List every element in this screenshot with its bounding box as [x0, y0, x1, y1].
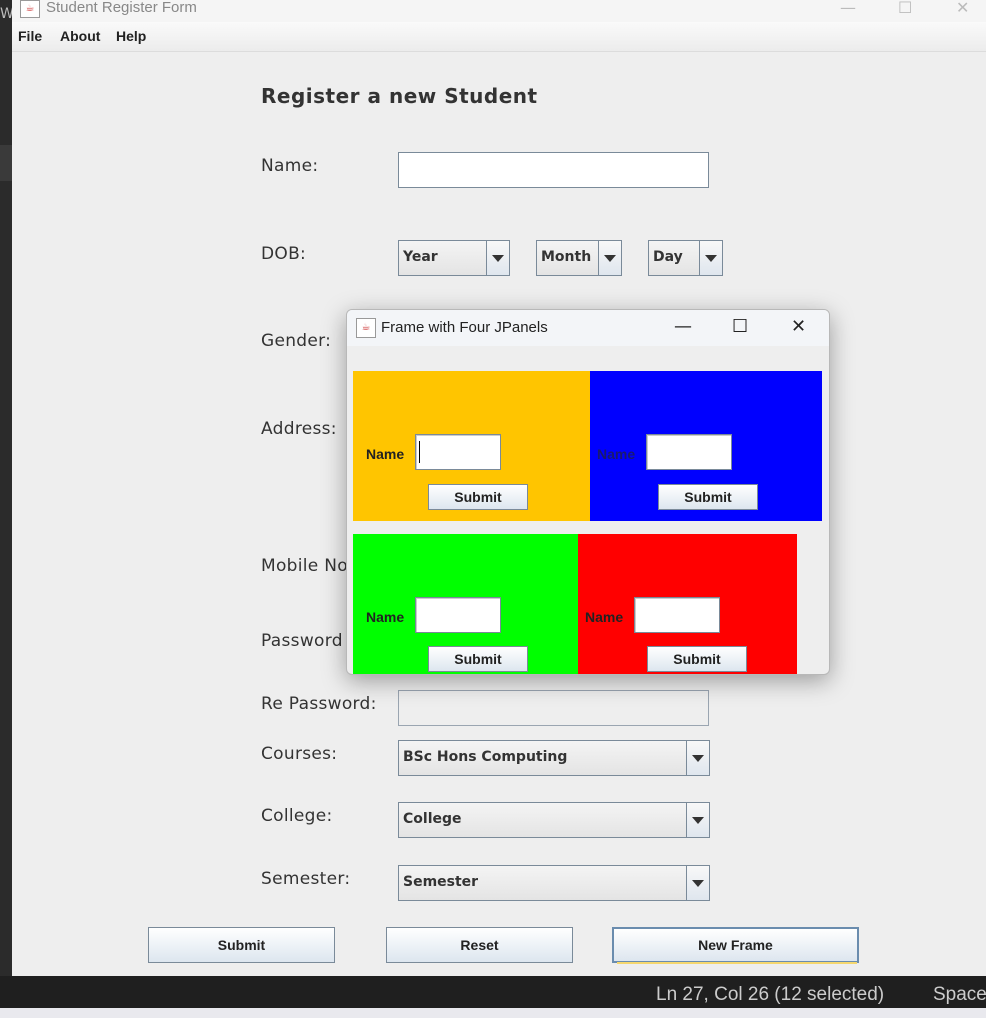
repassword-label: Re Password:: [261, 694, 377, 714]
name-input[interactable]: [398, 152, 709, 188]
chevron-down-icon[interactable]: [486, 241, 509, 275]
panel-name-label: Name: [597, 446, 636, 462]
reset-button[interactable]: Reset: [386, 927, 573, 963]
form-heading: Register a new Student: [261, 84, 538, 108]
minimize-icon[interactable]: —: [840, 0, 856, 17]
panel-name-label: Name: [585, 609, 624, 625]
college-select[interactable]: College: [398, 802, 710, 838]
dob-label: DOB:: [261, 244, 307, 264]
chevron-down-icon[interactable]: [686, 741, 709, 775]
panel-submit-button[interactable]: Submit: [658, 484, 758, 510]
gender-label: Gender:: [261, 331, 332, 351]
password-label: Password: [261, 631, 343, 651]
chevron-down-icon[interactable]: [598, 241, 621, 275]
mobile-label: Mobile No: [261, 556, 348, 576]
courses-label: Courses:: [261, 744, 338, 764]
minimize-icon[interactable]: —: [674, 316, 692, 337]
menu-bar: File About Help: [12, 22, 986, 52]
menu-about[interactable]: About: [60, 28, 100, 44]
submit-button[interactable]: Submit: [148, 927, 335, 963]
menu-file[interactable]: File: [18, 28, 42, 44]
close-icon[interactable]: ✕: [956, 0, 969, 17]
red-panel: Name Submit: [578, 534, 797, 674]
panel-name-label: Name: [366, 609, 405, 625]
cursor-position-status[interactable]: Ln 27, Col 26 (12 selected): [656, 984, 884, 1006]
panel-name-input[interactable]: [415, 597, 501, 633]
popup-titlebar: ☕ Frame with Four JPanels — ☐ ✕: [347, 310, 829, 346]
blue-panel: Name Submit: [590, 371, 822, 521]
four-panels-window: ☕ Frame with Four JPanels — ☐ ✕ Name Sub…: [346, 309, 830, 675]
panel-submit-button[interactable]: Submit: [428, 484, 528, 510]
menu-help[interactable]: Help: [116, 28, 146, 44]
maximize-icon[interactable]: ☐: [898, 0, 912, 17]
chevron-down-icon[interactable]: [686, 803, 709, 837]
college-label: College:: [261, 806, 333, 826]
java-app-icon: ☕: [356, 318, 376, 338]
focus-underline: [617, 962, 857, 964]
repassword-input[interactable]: [398, 690, 709, 726]
close-icon[interactable]: ✕: [791, 316, 806, 337]
semester-label: Semester:: [261, 869, 351, 889]
courses-select[interactable]: BSc Hons Computing: [398, 740, 710, 776]
dob-day-select[interactable]: Day: [648, 240, 723, 276]
green-panel: Name Submit: [353, 534, 578, 674]
dob-year-select[interactable]: Year: [398, 240, 510, 276]
window-title: Student Register Form: [46, 0, 197, 16]
panel-name-label: Name: [366, 446, 405, 462]
java-app-icon: ☕: [20, 0, 40, 18]
background-sidebar-block: [0, 145, 12, 181]
chevron-down-icon[interactable]: [699, 241, 722, 275]
main-titlebar: ☕ Student Register Form — ☐ ✕: [12, 0, 986, 22]
new-frame-button[interactable]: New Frame: [612, 927, 859, 963]
popup-title: Frame with Four JPanels: [381, 319, 548, 336]
background-editor-edge: W: [0, 0, 14, 980]
address-label: Address:: [261, 419, 337, 439]
panel-submit-button[interactable]: Submit: [647, 646, 747, 672]
panel-name-input[interactable]: [646, 434, 732, 470]
name-label: Name:: [261, 156, 319, 176]
yellow-panel: Name Submit: [353, 371, 590, 521]
chevron-down-icon[interactable]: [686, 866, 709, 900]
dob-month-select[interactable]: Month: [536, 240, 622, 276]
indent-status[interactable]: Space: [933, 984, 986, 1006]
taskbar-edge: [0, 1008, 986, 1018]
panel-name-input[interactable]: [415, 434, 501, 470]
semester-select[interactable]: Semester: [398, 865, 710, 901]
panel-name-input[interactable]: [634, 597, 720, 633]
maximize-icon[interactable]: ☐: [732, 316, 748, 337]
panel-submit-button[interactable]: Submit: [428, 646, 528, 672]
